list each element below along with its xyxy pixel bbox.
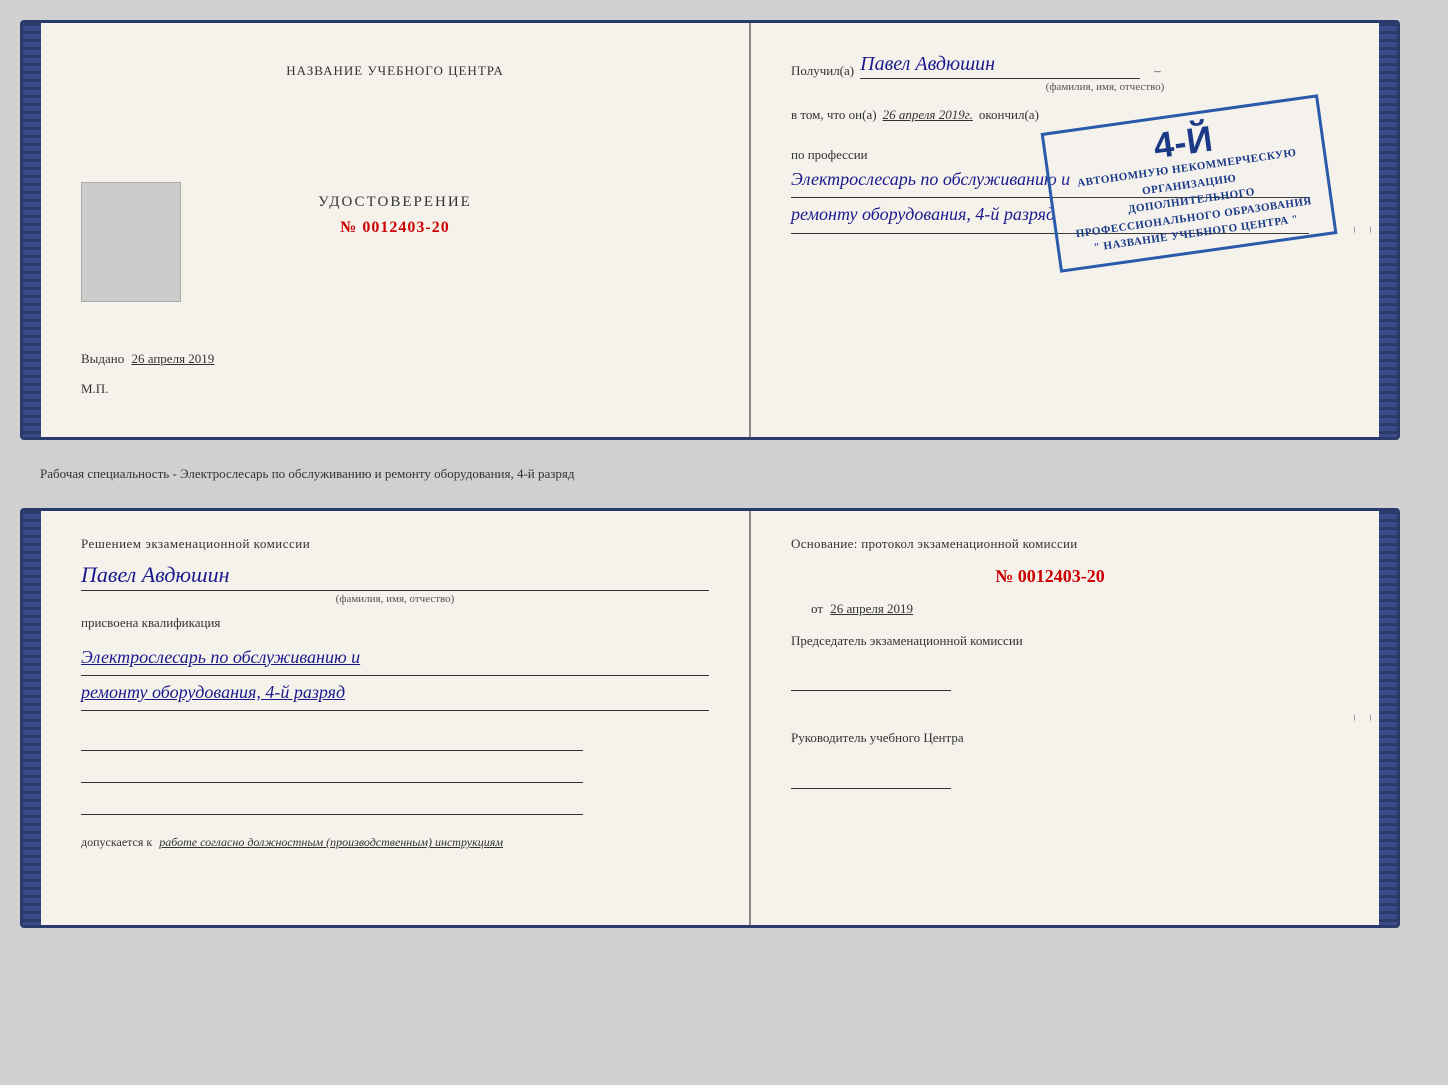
strip-mark-1: – bbox=[1349, 227, 1361, 233]
allowed-label: допускается к bbox=[81, 835, 152, 849]
recipient-line: Получил(а) Павел Авдюшин – bbox=[791, 53, 1309, 79]
recipient-name: Павел Авдюшин bbox=[860, 53, 1140, 79]
bottom-right-spine bbox=[1379, 511, 1397, 925]
person-name-block: Павел Авдюшин (фамилия, имя, отчество) bbox=[81, 562, 709, 605]
basis-date-prefix: от bbox=[811, 601, 823, 616]
left-bottom: Выдано 26 апреля 2019 М.П. bbox=[81, 351, 709, 397]
bottom-document: Решением экзаменационной комиссии Павел … bbox=[20, 508, 1400, 928]
allowed-block: допускается к работе согласно должностны… bbox=[81, 835, 709, 850]
chairman-block: Председатель экзаменационной комиссии bbox=[791, 631, 1309, 699]
bstrip-1: – bbox=[1349, 715, 1361, 721]
top-right-panel: Получил(а) Павел Авдюшин – (фамилия, имя… bbox=[751, 23, 1349, 437]
right-spine bbox=[1379, 23, 1397, 437]
middle-text: Рабочая специальность - Электрослесарь п… bbox=[20, 456, 1428, 492]
basis-date-block: от 26 апреля 2019 bbox=[811, 601, 1309, 617]
basis-number: № 0012403-20 bbox=[791, 566, 1309, 587]
bottom-right-panel: Основание: протокол экзаменационной коми… bbox=[751, 511, 1349, 925]
qual-text-2: ремонту оборудования, 4-й разряд bbox=[81, 676, 709, 711]
right-strip-bottom: – – – и а ← – – – – – bbox=[1349, 511, 1379, 925]
director-block: Руководитель учебного Центра bbox=[791, 728, 1309, 796]
recipient-block: Получил(а) Павел Авдюшин – (фамилия, имя… bbox=[791, 43, 1309, 93]
sig-lines bbox=[81, 727, 709, 815]
strip-mark-2: – bbox=[1365, 227, 1377, 233]
photo-placeholder bbox=[81, 182, 181, 302]
qual-text-1: Электрослесарь по обслуживанию и bbox=[81, 641, 709, 676]
sig-line-2 bbox=[81, 759, 583, 783]
bottom-left-spine bbox=[23, 511, 41, 925]
cert-label: УДОСТОВЕРЕНИЕ bbox=[318, 194, 472, 211]
in-that-label: в том, что он(а) bbox=[791, 107, 877, 123]
person-name: Павел Авдюшин bbox=[81, 562, 709, 591]
fio-hint-top: (фамилия, имя, отчество) bbox=[901, 81, 1309, 93]
received-label: Получил(а) bbox=[791, 63, 854, 79]
chairman-title: Председатель экзаменационной комиссии bbox=[791, 631, 1309, 652]
assigned-label: присвоена квалификация bbox=[81, 615, 709, 631]
qual-block: Электрослесарь по обслуживанию и ремонту… bbox=[81, 641, 709, 712]
bstrip-2: – bbox=[1365, 715, 1377, 721]
left-spine bbox=[23, 23, 41, 437]
cert-center: УДОСТОВЕРЕНИЕ № 0012403-20 bbox=[318, 79, 472, 351]
bstrip-4: и bbox=[1397, 715, 1400, 721]
sig-line-1 bbox=[81, 727, 583, 751]
cert-number: № 0012403-20 bbox=[340, 219, 449, 237]
completed-label: окончил(а) bbox=[979, 107, 1039, 123]
bottom-right-wrapper: Основание: протокол экзаменационной коми… bbox=[751, 511, 1379, 925]
issued-date: 26 апреля 2019 bbox=[132, 351, 215, 366]
chairman-signature bbox=[791, 667, 951, 691]
top-left-panel: НАЗВАНИЕ УЧЕБНОГО ЦЕНТРА УДОСТОВЕРЕНИЕ №… bbox=[41, 23, 751, 437]
basis-label: Основание: протокол экзаменационной коми… bbox=[791, 536, 1309, 552]
mp-label: М.П. bbox=[81, 381, 108, 397]
top-right-wrapper: Получил(а) Павел Авдюшин – (фамилия, имя… bbox=[751, 23, 1379, 437]
right-strip-top: – – – и а ← – – – – – bbox=[1349, 23, 1379, 437]
dash-1: – bbox=[1154, 63, 1161, 79]
commission-title: Решением экзаменационной комиссии bbox=[81, 536, 709, 552]
strip-mark-4: и bbox=[1397, 227, 1400, 233]
issued-label: Выдано bbox=[81, 351, 124, 366]
director-signature bbox=[791, 765, 951, 789]
page-wrapper: НАЗВАНИЕ УЧЕБНОГО ЦЕНТРА УДОСТОВЕРЕНИЕ №… bbox=[20, 20, 1428, 928]
top-left-title: НАЗВАНИЕ УЧЕБНОГО ЦЕНТРА bbox=[286, 63, 503, 79]
issued-line: Выдано 26 апреля 2019 bbox=[81, 351, 214, 367]
completed-date: 26 апреля 2019г. bbox=[883, 107, 973, 123]
sig-line-3 bbox=[81, 791, 583, 815]
basis-date: 26 апреля 2019 bbox=[830, 601, 913, 616]
bottom-left-panel: Решением экзаменационной комиссии Павел … bbox=[41, 511, 751, 925]
fio-hint-bottom: (фамилия, имя, отчество) bbox=[81, 593, 709, 605]
director-title: Руководитель учебного Центра bbox=[791, 728, 1309, 749]
allowed-text: работе согласно должностным (производств… bbox=[159, 835, 503, 849]
top-document: НАЗВАНИЕ УЧЕБНОГО ЦЕНТРА УДОСТОВЕРЕНИЕ №… bbox=[20, 20, 1400, 440]
